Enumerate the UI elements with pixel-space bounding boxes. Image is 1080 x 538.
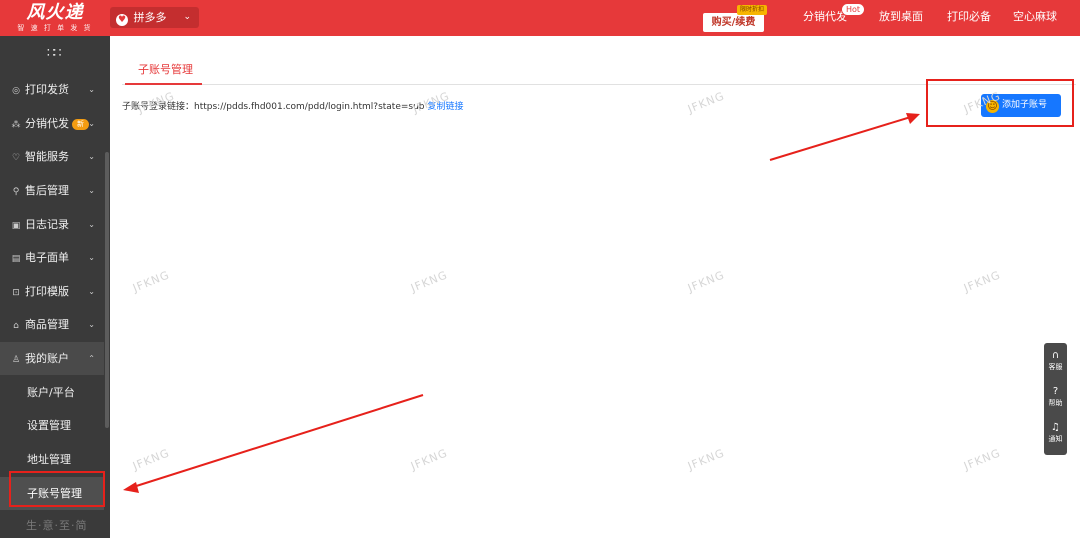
chevron-up-icon: ⌃ [88,354,95,363]
arrow-to-subaccount-menu [123,394,424,493]
sidebar: ∷∷ ◎ 打印发货 ⌄ ⁂ 分销代发新 ⌄ ♡ 智能服务 ⌄ ⚲ 售后管理 ⌄ ▣ 日志记… [0,36,110,538]
tab-subaccount-management[interactable]: 子账号管理 [138,61,193,77]
chevron-down-icon: ⌄ [88,287,95,296]
bell-icon: ♫ [1051,422,1060,433]
share-icon: ⁂ [11,120,21,130]
sidebar-item-after-sale[interactable]: ⚲ 售后管理 ⌄ [0,174,104,207]
logo-name: 风火递 [26,2,84,23]
sidebar-item-label: 电子面单 [25,251,69,264]
chevron-down-icon: ⌄ [88,253,95,262]
float-label: 客服 [1048,363,1063,371]
login-link-url: https://pdds.fhd001.com/pdd/login.html?s… [194,102,425,112]
float-label: 帮助 [1048,399,1063,407]
sidebar-subitem-label: 账户/平台 [27,386,75,399]
chevron-down-icon: ⌄ [88,85,95,94]
sidebar-subitem-label: 地址管理 [27,453,71,466]
log-icon: ▣ [11,221,21,231]
top-header: 风火递 智 速 打 单 发 货 ♥ 拼多多 ⌄ 购买/续费 限时折扣 分销代发 … [0,0,1080,36]
watermark: JFKNG [408,268,450,295]
sidebar-item-print-ship[interactable]: ◎ 打印发货 ⌄ [0,73,104,106]
watermark: JFKNG [961,268,1003,295]
watermark: JFKNG [961,446,1003,473]
grid-icon[interactable]: ∷∷ [47,46,61,61]
watermark: JFKNG [685,446,727,473]
nav-user-label: 空心麻球 [1013,10,1057,23]
sidebar-item-label: 日志记录 [25,218,69,231]
watermark: JFKNG [130,446,172,473]
sidebar-item-label: 打印发货 [25,83,69,96]
nav-user[interactable]: 空心麻球 [1013,0,1057,36]
chevron-down-icon: ⌄ [88,152,95,161]
chevron-down-icon: ⌄ [183,12,191,22]
user-icon: ♙ [11,355,21,365]
arrow-to-add-button [769,113,920,161]
watermark: JFKNG [685,268,727,295]
float-label: 通知 [1048,435,1063,443]
buy-renew-button[interactable]: 购买/续费 [703,13,764,32]
sidebar-item-label: 智能服务 [25,150,69,163]
chevron-down-icon: ⌄ [88,320,95,329]
platform-selector[interactable]: ♥ 拼多多 ⌄ [110,7,199,28]
sidebar-item-logs[interactable]: ▣ 日志记录 ⌄ [0,208,104,241]
nav-print-essentials[interactable]: 打印必备 [947,0,991,36]
sidebar-item-label: 分销代发 [25,117,69,130]
nav-distribution[interactable]: 分销代发 Hot [803,0,865,36]
nav-print-essentials-label: 打印必备 [947,10,991,23]
new-badge: 新 [72,119,89,130]
sidebar-subitem-settings[interactable]: 设置管理 [0,409,104,442]
chevron-down-icon: ⌄ [88,186,95,195]
sidebar-item-my-account[interactable]: ♙ 我的账户 ⌃ [0,342,104,375]
sidebar-item-label: 打印模版 [25,285,69,298]
sidebar-item-label: 售后管理 [25,184,69,197]
nav-add-to-desktop[interactable]: 放到桌面 [879,0,923,36]
pinduoduo-icon: ♥ [116,14,128,26]
highlight-box-subaccount-menu [9,471,105,507]
sidebar-scrollbar[interactable] [105,152,109,428]
after-sale-icon: ⚲ [12,187,20,197]
sidebar-subitem-account-platform[interactable]: 账户/平台 [0,376,104,409]
goods-icon: ⌂ [13,321,19,331]
app-logo[interactable]: 风火递 智 速 打 单 发 货 [0,0,110,36]
customer-service-button[interactable]: ∩ 客服 [1044,345,1067,381]
sidebar-item-waybill[interactable]: ▤ 电子面单 ⌄ [0,241,104,274]
buy-renew: 购买/续费 限时折扣 [703,5,768,32]
nav-add-to-desktop-label: 放到桌面 [879,10,923,23]
template-icon: ⊡ [12,288,20,298]
chevron-down-icon: ⌄ [88,119,95,128]
waybill-icon: ▤ [11,254,21,264]
watermark: JFKNG [408,446,450,473]
tab-active-indicator [125,83,202,85]
sidebar-brand-slogan: 生·意·至·简 [26,519,88,532]
headset-icon: ∩ [1051,350,1060,361]
print-icon: ◎ [12,86,20,96]
hot-badge: Hot [841,3,865,16]
sidebar-item-label: 我的账户 [25,352,69,365]
watermark: JFKNG [685,89,727,116]
sidebar-item-goods[interactable]: ⌂ 商品管理 ⌄ [0,308,104,341]
sidebar-subitem-label: 设置管理 [27,419,71,432]
highlight-box-add-button [926,79,1074,127]
sidebar-item-smart-service[interactable]: ♡ 智能服务 ⌄ [0,140,104,173]
nav-distribution-label: 分销代发 [803,10,847,23]
logo-tagline: 智 速 打 单 发 货 [17,24,93,32]
sidebar-item-print-template[interactable]: ⊡ 打印模版 ⌄ [0,275,104,308]
sidebar-item-label: 商品管理 [25,318,69,331]
floating-help-panel: ∩ 客服 ? 帮助 ♫ 通知 [1044,343,1067,455]
sidebar-item-distribution[interactable]: ⁂ 分销代发新 ⌄ [0,107,104,140]
help-icon: ? [1052,386,1059,397]
service-icon: ♡ [11,153,21,163]
help-button[interactable]: ? 帮助 [1044,381,1067,417]
watermark: JFKNG [130,268,172,295]
platform-label: 拼多多 [133,11,167,24]
chevron-down-icon: ⌄ [88,220,95,229]
notification-button[interactable]: ♫ 通知 [1044,417,1067,453]
discount-tag: 限时折扣 [737,5,768,15]
